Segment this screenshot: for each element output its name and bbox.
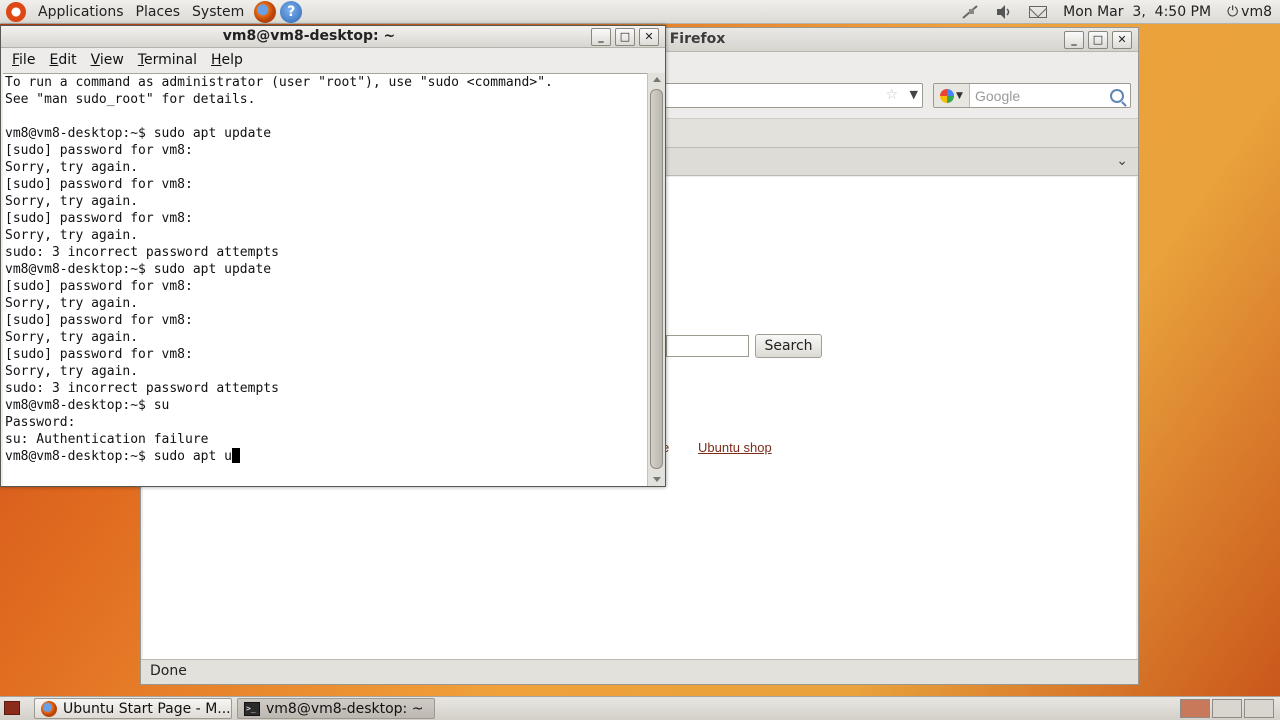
firefox-icon[interactable]: [254, 0, 277, 23]
workspace-3[interactable]: [1244, 699, 1274, 718]
terminal-line: Sorry, try again.: [5, 364, 139, 379]
minimize-button[interactable]: _: [1064, 31, 1084, 49]
text-cursor: [231, 448, 240, 463]
terminal-line: See "man sudo_root" for details.: [5, 92, 256, 107]
menu-file[interactable]: File: [5, 52, 42, 68]
close-button[interactable]: ✕: [1112, 31, 1132, 49]
terminal-line: [sudo] password for vm8:: [5, 313, 193, 328]
chevron-down-icon[interactable]: ▼: [910, 88, 918, 101]
terminal-line: vm8@vm8-desktop:~$ sudo apt update: [5, 126, 272, 141]
system-tray: Mon Mar 3, 4:50 PM ⏻ vm8: [961, 0, 1280, 24]
maximize-button[interactable]: □: [615, 28, 635, 46]
close-button[interactable]: ✕: [639, 28, 659, 46]
ubuntu-logo-icon[interactable]: [6, 1, 26, 22]
volume-icon[interactable]: [995, 4, 1013, 20]
terminal-line: sudo: 3 incorrect password attempts: [5, 381, 279, 396]
search-engine-selector[interactable]: ▼: [934, 84, 970, 107]
terminal-output[interactable]: To run a command as administrator (user …: [3, 73, 647, 486]
network-icon[interactable]: [961, 4, 979, 20]
scroll-down-icon[interactable]: [653, 477, 661, 482]
taskbar-label: Ubuntu Start Page - M...: [63, 700, 231, 717]
google-icon: [940, 88, 955, 103]
terminal-line: [sudo] password for vm8:: [5, 279, 193, 294]
applications-menu[interactable]: Applications: [32, 0, 130, 24]
search-input[interactable]: Google: [970, 88, 1110, 104]
terminal-icon: >_: [244, 701, 260, 716]
bottom-panel: Ubuntu Start Page - M... >_ vm8@vm8-desk…: [0, 696, 1280, 720]
terminal-line: Sorry, try again.: [5, 160, 139, 175]
chevron-down-icon[interactable]: ⌄: [1116, 153, 1128, 169]
terminal-input-line[interactable]: vm8@vm8-desktop:~$ sudo apt u: [5, 448, 553, 465]
status-bar: Done: [141, 659, 1138, 684]
mail-icon[interactable]: [1029, 4, 1048, 20]
terminal-line: sudo: 3 incorrect password attempts: [5, 245, 279, 260]
status-text: Done: [150, 663, 187, 679]
terminal-line: Sorry, try again.: [5, 330, 139, 345]
terminal-line: Sorry, try again.: [5, 228, 139, 243]
taskbar-item-terminal[interactable]: >_ vm8@vm8-desktop: ~: [237, 698, 435, 719]
search-icon[interactable]: [1110, 88, 1124, 103]
terminal-line: Sorry, try again.: [5, 296, 139, 311]
places-menu[interactable]: Places: [130, 0, 187, 24]
scrollbar[interactable]: [647, 73, 665, 486]
menu-view[interactable]: View: [84, 52, 131, 68]
terminal-line: vm8@vm8-desktop:~$ su: [5, 398, 170, 413]
terminal-line: su: Authentication failure: [5, 432, 209, 447]
terminal-titlebar[interactable]: vm8@vm8-desktop: ~ _ □ ✕: [1, 26, 665, 48]
terminal-line: [sudo] password for vm8:: [5, 347, 193, 362]
taskbar-label: vm8@vm8-desktop: ~: [266, 700, 424, 717]
terminal-line: [sudo] password for vm8:: [5, 211, 193, 226]
system-menu[interactable]: System: [186, 0, 250, 24]
workspace-1[interactable]: [1180, 699, 1210, 718]
menu-help[interactable]: Help: [204, 52, 250, 68]
terminal-line: Password:: [5, 415, 76, 430]
terminal-menubar: File Edit View Terminal Help: [1, 48, 665, 72]
terminal-line: Sorry, try again.: [5, 194, 139, 209]
top-panel: Applications Places System ? Mon Mar 3, …: [0, 0, 1280, 24]
maximize-button[interactable]: □: [1088, 31, 1108, 49]
power-icon: ⏻: [1227, 4, 1239, 20]
firefox-icon: [41, 700, 57, 717]
search-box[interactable]: ▼ Google: [933, 83, 1131, 108]
scrollbar-thumb[interactable]: [650, 89, 663, 469]
page-search-input[interactable]: [666, 335, 749, 357]
user-switcher[interactable]: ⏻ vm8: [1227, 4, 1272, 20]
terminal-line: To run a command as administrator (user …: [5, 75, 553, 90]
terminal-line: [sudo] password for vm8:: [5, 177, 193, 192]
terminal-line: [sudo] password for vm8:: [5, 143, 193, 158]
help-icon[interactable]: ?: [280, 0, 303, 23]
user-name: vm8: [1241, 4, 1272, 20]
terminal-input-text: vm8@vm8-desktop:~$ sudo apt u: [5, 449, 232, 464]
search-button[interactable]: Search: [755, 334, 822, 358]
clock[interactable]: Mon Mar 3, 4:50 PM: [1063, 4, 1211, 20]
workspace-2[interactable]: [1212, 699, 1242, 718]
menu-edit[interactable]: Edit: [42, 52, 83, 68]
scroll-up-icon[interactable]: [653, 77, 661, 82]
terminal-line: vm8@vm8-desktop:~$ sudo apt update: [5, 262, 272, 277]
menu-terminal[interactable]: Terminal: [131, 52, 204, 68]
bookmark-star-icon[interactable]: ☆: [885, 87, 898, 103]
show-desktop-icon[interactable]: [4, 701, 20, 715]
terminal-text: To run a command as administrator (user …: [5, 74, 553, 465]
terminal-window: vm8@vm8-desktop: ~ _ □ ✕ File Edit View …: [0, 25, 666, 487]
terminal-title: vm8@vm8-desktop: ~: [222, 28, 396, 44]
chevron-down-icon: ▼: [956, 90, 963, 101]
taskbar-item-firefox[interactable]: Ubuntu Start Page - M...: [34, 698, 232, 719]
minimize-button[interactable]: _: [591, 28, 611, 46]
ubuntu-shop-link[interactable]: Ubuntu shop: [698, 440, 772, 455]
